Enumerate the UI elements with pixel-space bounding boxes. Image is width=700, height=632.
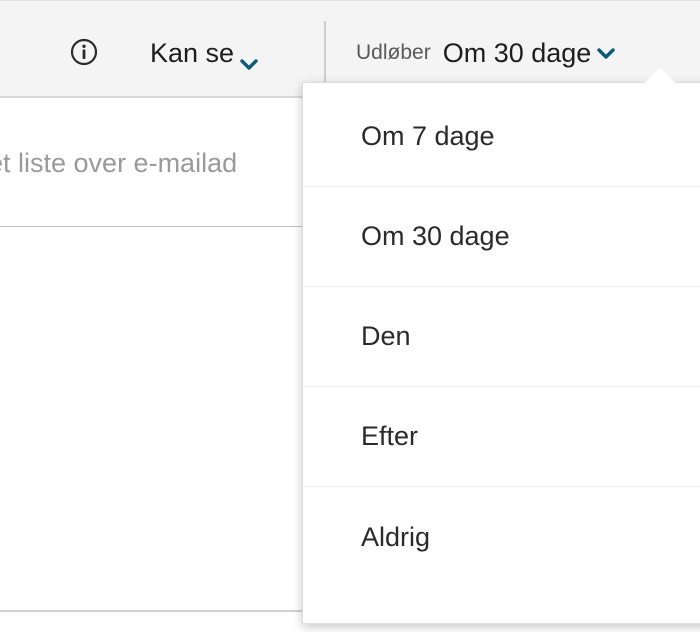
expiry-value: Om 30 dage: [442, 37, 592, 68]
expiry-label: Udløber: [356, 41, 431, 64]
content-divider: [0, 610, 306, 612]
chevron-down-icon: [240, 47, 258, 70]
toolbar-divider: [324, 21, 326, 83]
menu-item-aldrig[interactable]: Aldrig: [303, 487, 700, 587]
permission-label: Kan se: [150, 37, 235, 68]
info-icon[interactable]: [70, 38, 98, 66]
expiry-dropdown[interactable]: Udløber Om 30 dage: [356, 35, 615, 71]
menu-item-om-7-dage[interactable]: Om 7 dage: [303, 87, 700, 187]
email-list-input[interactable]: [0, 132, 310, 194]
dropdown-caret: [644, 68, 676, 83]
permission-dropdown[interactable]: Kan se: [150, 35, 258, 71]
menu-item-efter[interactable]: Efter: [303, 387, 700, 487]
expiry-menu: Om 7 dage Om 30 dage Den Efter Aldrig: [302, 82, 700, 624]
input-underline: [0, 226, 306, 227]
menu-item-den[interactable]: Den: [303, 287, 700, 387]
chevron-down-icon: [597, 47, 615, 59]
menu-item-om-30-dage[interactable]: Om 30 dage: [303, 187, 700, 287]
